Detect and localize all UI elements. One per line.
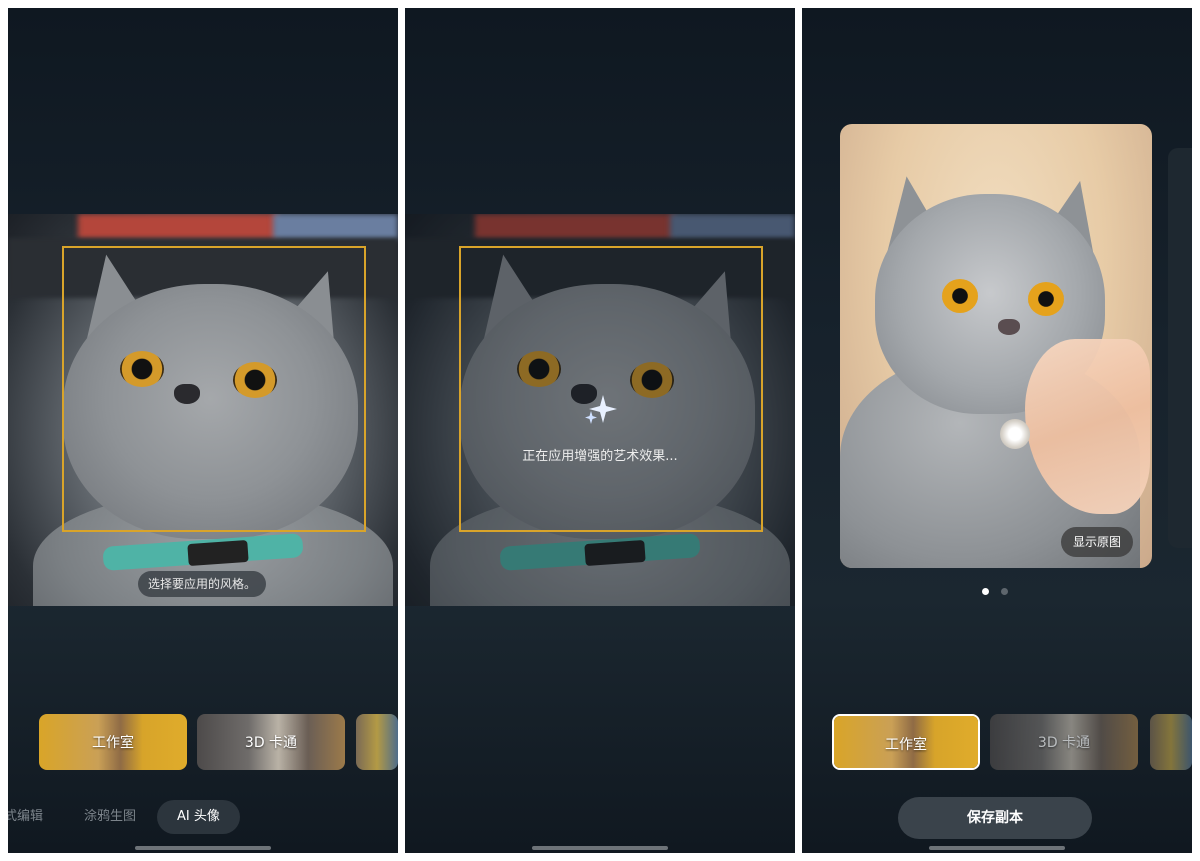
face-detection-box: [62, 246, 366, 532]
style-hint-toast: 选择要应用的风格。: [138, 571, 267, 597]
style-card-more[interactable]: [356, 714, 398, 770]
style-card-label: 工作室: [92, 735, 134, 751]
face-detection-box: [459, 246, 763, 532]
processing-screen: 正在应用增强的艺术效果...: [405, 8, 795, 853]
result-screen: 显示原图 工作室 3D 卡通 保存副本: [802, 8, 1192, 853]
style-card-3d-cartoon[interactable]: 3D 卡通: [197, 714, 345, 770]
tab-ai-avatar[interactable]: AI 头像: [157, 800, 240, 834]
style-card-studio[interactable]: 工作室: [39, 714, 187, 770]
sparkle-icon: [585, 395, 617, 424]
tab-edit[interactable]: 式编辑: [8, 800, 43, 834]
style-select-screen: 选择要应用的风格。 工作室 3D 卡通 式编辑 涂鸦生图 AI 头像: [8, 8, 398, 853]
style-card-label: 3D 卡通: [1037, 735, 1091, 751]
style-card-label: 3D 卡通: [244, 735, 298, 751]
next-result-card-peek[interactable]: [1168, 148, 1192, 548]
style-card-studio[interactable]: 工作室: [832, 714, 980, 770]
result-image-card[interactable]: [840, 124, 1152, 568]
page-dot[interactable]: [1001, 588, 1008, 595]
home-indicator[interactable]: [929, 846, 1065, 850]
style-card-label: 工作室: [885, 737, 927, 753]
style-card-3d-cartoon[interactable]: 3D 卡通: [990, 714, 1138, 770]
page-dot-active[interactable]: [982, 588, 989, 595]
save-copy-button[interactable]: 保存副本: [898, 797, 1092, 839]
processing-status-text: 正在应用增强的艺术效果...: [522, 449, 678, 464]
tab-sketch-to-image[interactable]: 涂鸦生图: [84, 800, 136, 834]
style-card-more[interactable]: [1150, 714, 1192, 770]
show-original-button[interactable]: 显示原图: [1061, 527, 1134, 557]
home-indicator[interactable]: [532, 846, 668, 850]
home-indicator[interactable]: [135, 846, 271, 850]
